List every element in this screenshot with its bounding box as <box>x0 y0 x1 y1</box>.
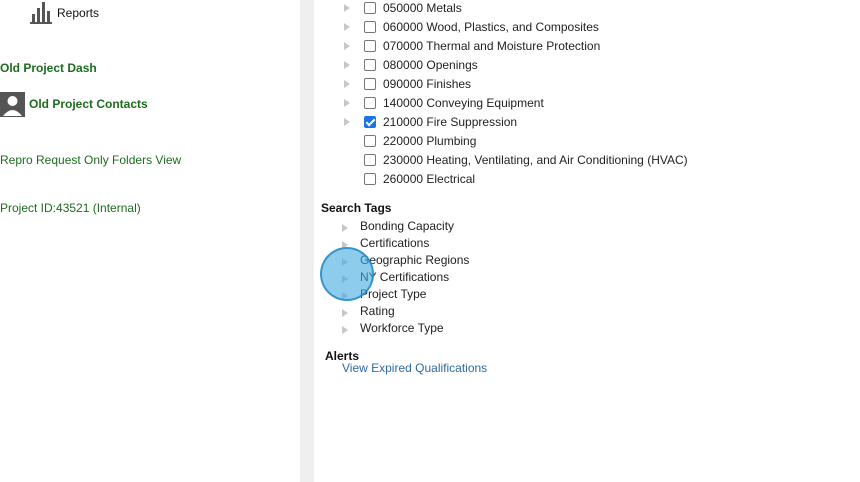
contact-icon <box>0 92 25 117</box>
division-label[interactable]: 060000 Wood, Plastics, and Composites <box>383 20 599 34</box>
search-tag-label: Certifications <box>360 236 430 250</box>
division-label[interactable]: 070000 Thermal and Moisture Protection <box>383 39 600 53</box>
division-row: 230000 Heating, Ventilating, and Air Con… <box>314 151 834 169</box>
division-row: 220000 Plumbing <box>314 132 834 150</box>
panel-divider <box>300 0 314 482</box>
division-row: 140000 Conveying Equipment <box>314 94 834 112</box>
view-expired-qualifications-link[interactable]: View Expired Qualifications <box>342 361 487 375</box>
search-tag-label: Rating <box>360 304 395 318</box>
division-checkbox[interactable] <box>364 97 376 109</box>
division-row: 080000 Openings <box>314 56 834 74</box>
search-tag-label: Workforce Type <box>360 321 444 335</box>
division-label[interactable]: 260000 Electrical <box>383 172 475 186</box>
search-tag-item[interactable]: Rating <box>314 304 614 320</box>
division-label[interactable]: 050000 Metals <box>383 1 462 15</box>
division-row: 070000 Thermal and Moisture Protection <box>314 37 834 55</box>
old-project-contacts-link[interactable]: Old Project Contacts <box>0 92 160 118</box>
division-checkbox[interactable] <box>364 173 376 185</box>
division-checkbox[interactable] <box>364 21 376 33</box>
expand-arrow-icon[interactable] <box>342 309 348 317</box>
expand-arrow-icon[interactable] <box>344 42 350 50</box>
sidebar: Reports Old Project Dash Old Project Con… <box>0 0 300 482</box>
division-checkbox[interactable] <box>364 154 376 166</box>
division-label[interactable]: 210000 Fire Suppression <box>383 115 517 129</box>
reports-link[interactable]: Reports <box>30 2 110 24</box>
division-row: 060000 Wood, Plastics, and Composites <box>314 18 834 36</box>
division-label[interactable]: 140000 Conveying Equipment <box>383 96 544 110</box>
division-checkbox[interactable] <box>364 116 376 128</box>
search-tag-item[interactable]: Bonding Capacity <box>314 219 614 235</box>
search-tag-item[interactable]: Workforce Type <box>314 321 614 337</box>
expand-arrow-icon[interactable] <box>344 80 350 88</box>
division-checkbox[interactable] <box>364 135 376 147</box>
division-label[interactable]: 090000 Finishes <box>383 77 471 91</box>
old-project-dash-link[interactable]: Old Project Dash <box>0 61 97 75</box>
main-panel: 050000 Metals 060000 Wood, Plastics, and … <box>314 0 860 482</box>
division-row: 260000 Electrical <box>314 170 834 188</box>
repro-request-link[interactable]: Repro Request Only Folders View <box>0 153 181 167</box>
bar-chart-icon <box>30 2 52 24</box>
search-tag-label: Geographic Regions <box>360 253 470 267</box>
division-row: 090000 Finishes <box>314 75 834 93</box>
division-row: 210000 Fire Suppression <box>314 113 834 131</box>
division-checkbox[interactable] <box>364 40 376 52</box>
search-tag-label: Bonding Capacity <box>360 219 455 233</box>
project-id-text: Project ID:43521 (Internal) <box>0 201 141 215</box>
search-tags-heading: Search Tags <box>321 201 392 215</box>
division-label[interactable]: 080000 Openings <box>383 58 478 72</box>
division-label[interactable]: 230000 Heating, Ventilating, and Air Con… <box>383 153 688 167</box>
expand-arrow-icon[interactable] <box>344 61 350 69</box>
old-project-contacts-label: Old Project Contacts <box>29 97 148 111</box>
division-checkbox[interactable] <box>364 2 376 14</box>
division-checkbox[interactable] <box>364 78 376 90</box>
expand-arrow-icon[interactable] <box>344 99 350 107</box>
click-highlight <box>320 247 374 301</box>
division-checkbox[interactable] <box>364 59 376 71</box>
expand-arrow-icon[interactable] <box>342 224 348 232</box>
search-tag-label: Project Type <box>360 287 427 301</box>
division-label[interactable]: 220000 Plumbing <box>383 134 476 148</box>
reports-label: Reports <box>57 6 100 20</box>
expand-arrow-icon[interactable] <box>344 23 350 31</box>
expand-arrow-icon[interactable] <box>342 326 348 334</box>
expand-arrow-icon[interactable] <box>344 4 350 12</box>
expand-arrow-icon[interactable] <box>344 118 350 126</box>
division-row: 050000 Metals <box>314 0 834 17</box>
